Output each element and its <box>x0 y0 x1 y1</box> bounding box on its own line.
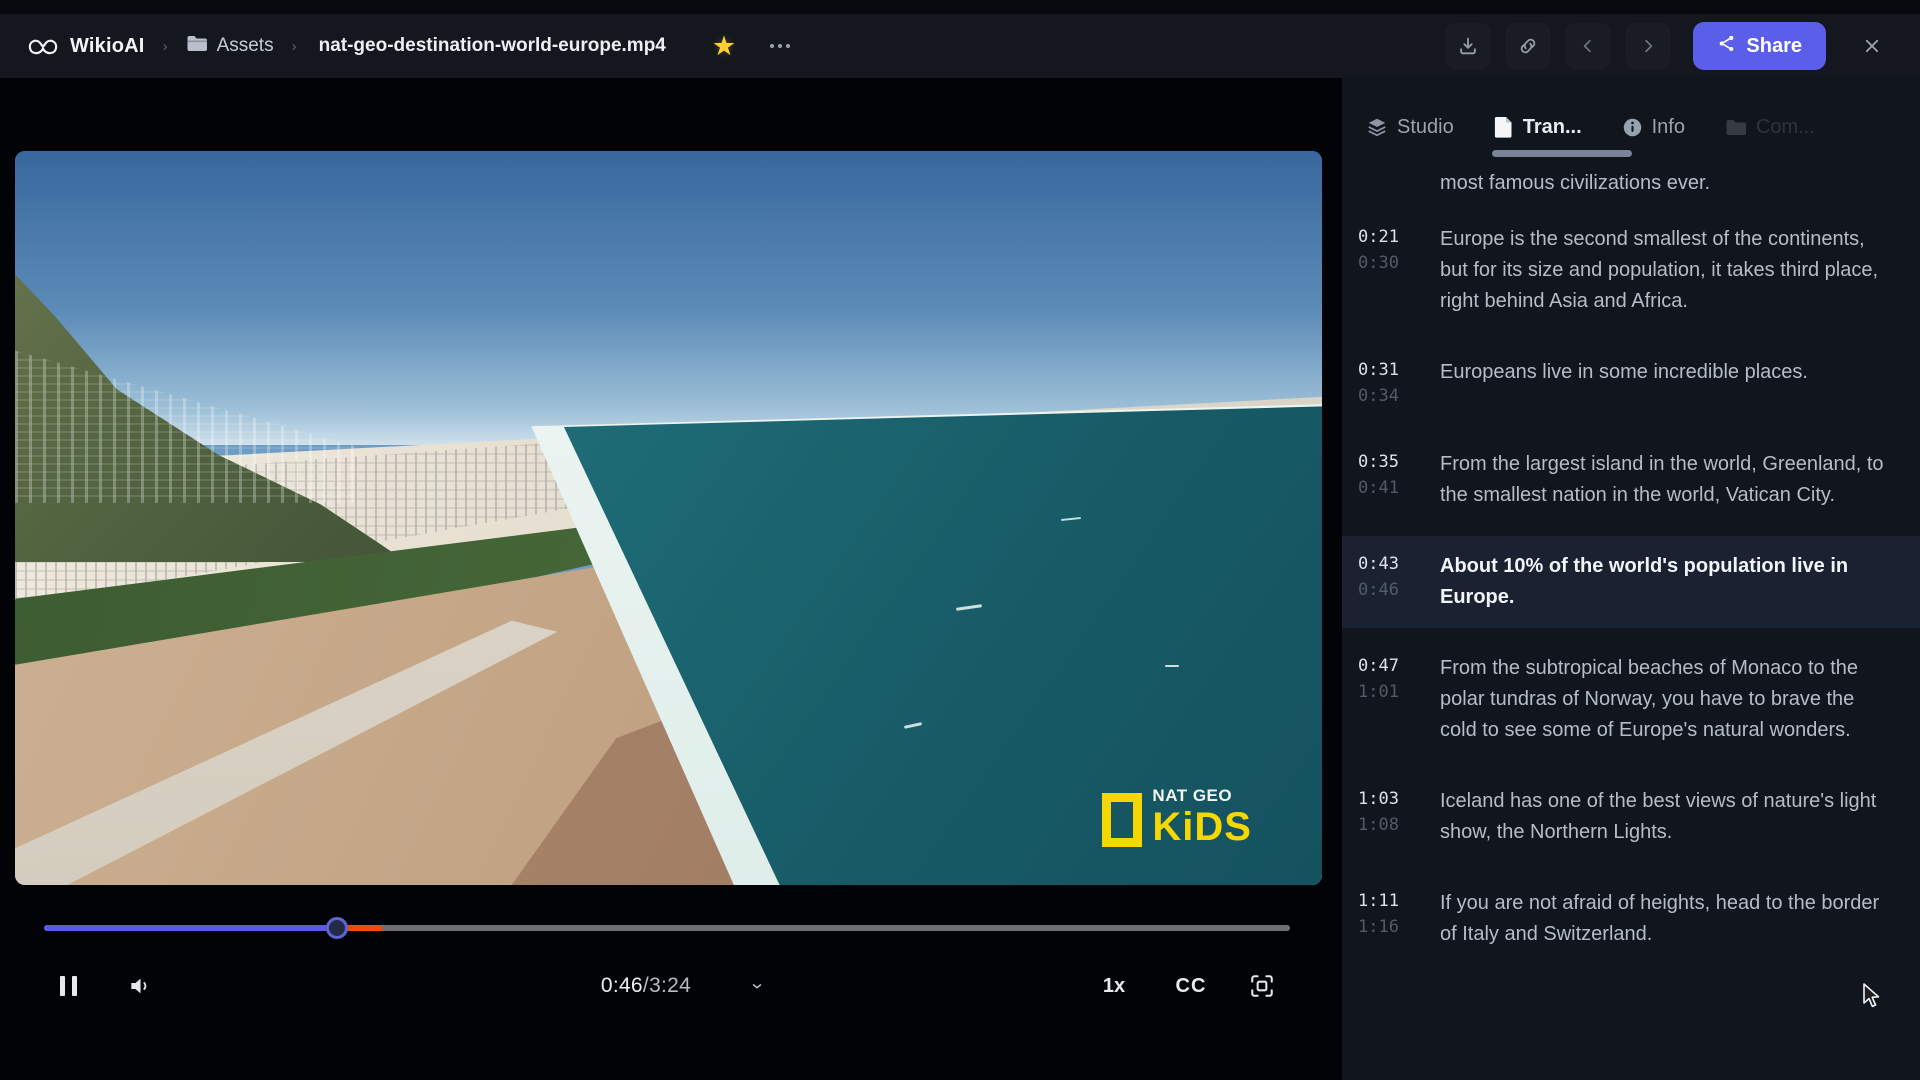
breadcrumb-chevron-icon: › <box>163 38 168 55</box>
next-asset-button[interactable] <box>1625 23 1671 69</box>
transcript-row[interactable]: 0:471:01 From the subtropical beaches of … <box>1342 638 1920 761</box>
current-time: 0:46 <box>601 974 643 998</box>
transcript-text: Europe is the second smallest of the con… <box>1440 224 1894 317</box>
right-panel: Studio Tran... <box>1342 78 1920 1080</box>
transcript-start-time: 0:43 <box>1358 551 1428 577</box>
tab-transcript[interactable]: Tran... <box>1494 115 1582 139</box>
studio-layers-icon <box>1366 116 1388 138</box>
video-progress-bar[interactable] <box>44 925 1290 931</box>
transcript-row-partial[interactable]: most famous civilizations ever. <box>1342 168 1920 199</box>
transcript-text: From the largest island in the world, Gr… <box>1440 449 1894 511</box>
natgeo-logo-text: NAT GEO <box>1152 787 1252 804</box>
mouse-cursor <box>1862 983 1886 1016</box>
transcript-text: Iceland has one of the best views of nat… <box>1440 786 1894 848</box>
transcript-text: From the subtropical beaches of Monaco t… <box>1440 653 1894 746</box>
breadcrumb-chevron-icon: › <box>292 38 297 55</box>
progress-thumb[interactable] <box>326 917 348 939</box>
natgeo-kids-watermark: NAT GEO KiDS <box>1102 787 1252 847</box>
breadcrumb: WikioAI › Assets › nat-geo-destination-w… <box>26 30 1445 63</box>
pause-button[interactable] <box>48 956 88 1016</box>
tab-comments[interactable]: Com... <box>1725 116 1815 139</box>
header: WikioAI › Assets › nat-geo-destination-w… <box>0 14 1920 78</box>
transcript-start-time: 1:03 <box>1358 786 1428 812</box>
transcript-text: About 10% of the world's population live… <box>1440 551 1894 613</box>
download-button[interactable] <box>1445 23 1491 69</box>
share-icon <box>1717 34 1736 59</box>
info-icon <box>1622 117 1643 138</box>
total-time: 3:24 <box>649 974 691 998</box>
transcript-row[interactable]: 0:310:34 Europeans live in some incredibl… <box>1342 342 1920 424</box>
more-options-button[interactable] <box>762 36 798 56</box>
transcript-start-time: 0:21 <box>1358 224 1428 250</box>
transcript-text: If you are not afraid of heights, head t… <box>1440 888 1894 950</box>
video-frame[interactable]: NAT GEO KiDS <box>15 151 1322 885</box>
transcript-row[interactable]: 0:210:30 Europe is the second smallest of… <box>1342 209 1920 332</box>
transcript-end-time: 0:46 <box>1358 577 1428 603</box>
tab-comments-label: Com... <box>1756 116 1815 139</box>
transcript-start-time: 1:11 <box>1358 888 1428 914</box>
tab-transcript-label: Tran... <box>1523 116 1582 139</box>
transcript-row[interactable]: 0:350:41 From the largest island in the w… <box>1342 434 1920 526</box>
close-button[interactable] <box>1850 24 1894 68</box>
folder-icon <box>186 34 208 58</box>
transcript-end-time: 0:34 <box>1358 383 1428 409</box>
natgeo-kids-text: KiDS <box>1152 807 1252 847</box>
natgeo-frame-logo <box>1102 793 1142 847</box>
transcript-row[interactable]: 0:430:46 About 10% of the world's populat… <box>1342 536 1920 628</box>
active-tab-indicator <box>1492 150 1632 157</box>
video-scene-sky <box>15 151 1322 445</box>
transcript-start-time: 0:47 <box>1358 653 1428 679</box>
brand-name[interactable]: WikioAI <box>70 35 145 58</box>
tab-studio-label: Studio <box>1397 116 1454 139</box>
window-top-strip <box>0 0 1920 14</box>
tab-studio[interactable]: Studio <box>1366 116 1454 139</box>
breadcrumb-filename: nat-geo-destination-world-europe.mp4 <box>319 35 666 57</box>
transcript-row[interactable]: 1:031:08 Iceland has one of the best view… <box>1342 771 1920 863</box>
transcript-text: Europeans live in some incredible places… <box>1440 357 1894 409</box>
tab-info[interactable]: Info <box>1622 116 1685 139</box>
transcript-row[interactable]: 1:111:16 If you are not afraid of heights… <box>1342 873 1920 965</box>
transcript-start-time: 0:35 <box>1358 449 1428 475</box>
captions-button[interactable]: CC <box>1168 956 1214 1016</box>
video-player-area: NAT GEO KiDS 0:46/3:24 <box>0 78 1342 1080</box>
time-options-chevron-icon[interactable] <box>742 956 772 1016</box>
favorite-star-icon[interactable]: ★ <box>712 33 736 60</box>
panel-tabs: Studio Tran... <box>1342 78 1920 152</box>
transcript-end-time: 0:41 <box>1358 475 1428 501</box>
transcript-start-time: 0:31 <box>1358 357 1428 383</box>
time-display: 0:46/3:24 <box>556 956 736 1016</box>
previous-asset-button[interactable] <box>1565 23 1611 69</box>
folder-icon <box>1725 118 1747 137</box>
wikioai-logo-icon <box>26 30 60 63</box>
video-controls: 0:46/3:24 1x CC <box>0 956 1342 1016</box>
transcript-end-time: 1:16 <box>1358 914 1428 940</box>
app-window: WikioAI › Assets › nat-geo-destination-w… <box>0 0 1920 1080</box>
document-icon <box>1494 115 1514 139</box>
header-actions: Share <box>1445 22 1894 70</box>
breadcrumb-folder[interactable]: Assets <box>217 35 274 57</box>
transcript-list: most famous civilizations ever. 0:210:30… <box>1342 152 1920 965</box>
transcript-end-time: 0:30 <box>1358 250 1428 276</box>
transcript-end-time: 1:01 <box>1358 679 1428 705</box>
share-button[interactable]: Share <box>1693 22 1826 70</box>
volume-button[interactable] <box>118 956 162 1016</box>
transcript-end-time: 1:08 <box>1358 812 1428 838</box>
copy-link-button[interactable] <box>1505 23 1551 69</box>
tab-info-label: Info <box>1652 116 1685 139</box>
transcript-text: most famous civilizations ever. <box>1440 168 1894 199</box>
progress-played <box>44 925 337 931</box>
playback-speed-button[interactable]: 1x <box>1092 956 1136 1016</box>
fullscreen-button[interactable] <box>1238 956 1286 1016</box>
share-button-label: Share <box>1746 35 1802 58</box>
